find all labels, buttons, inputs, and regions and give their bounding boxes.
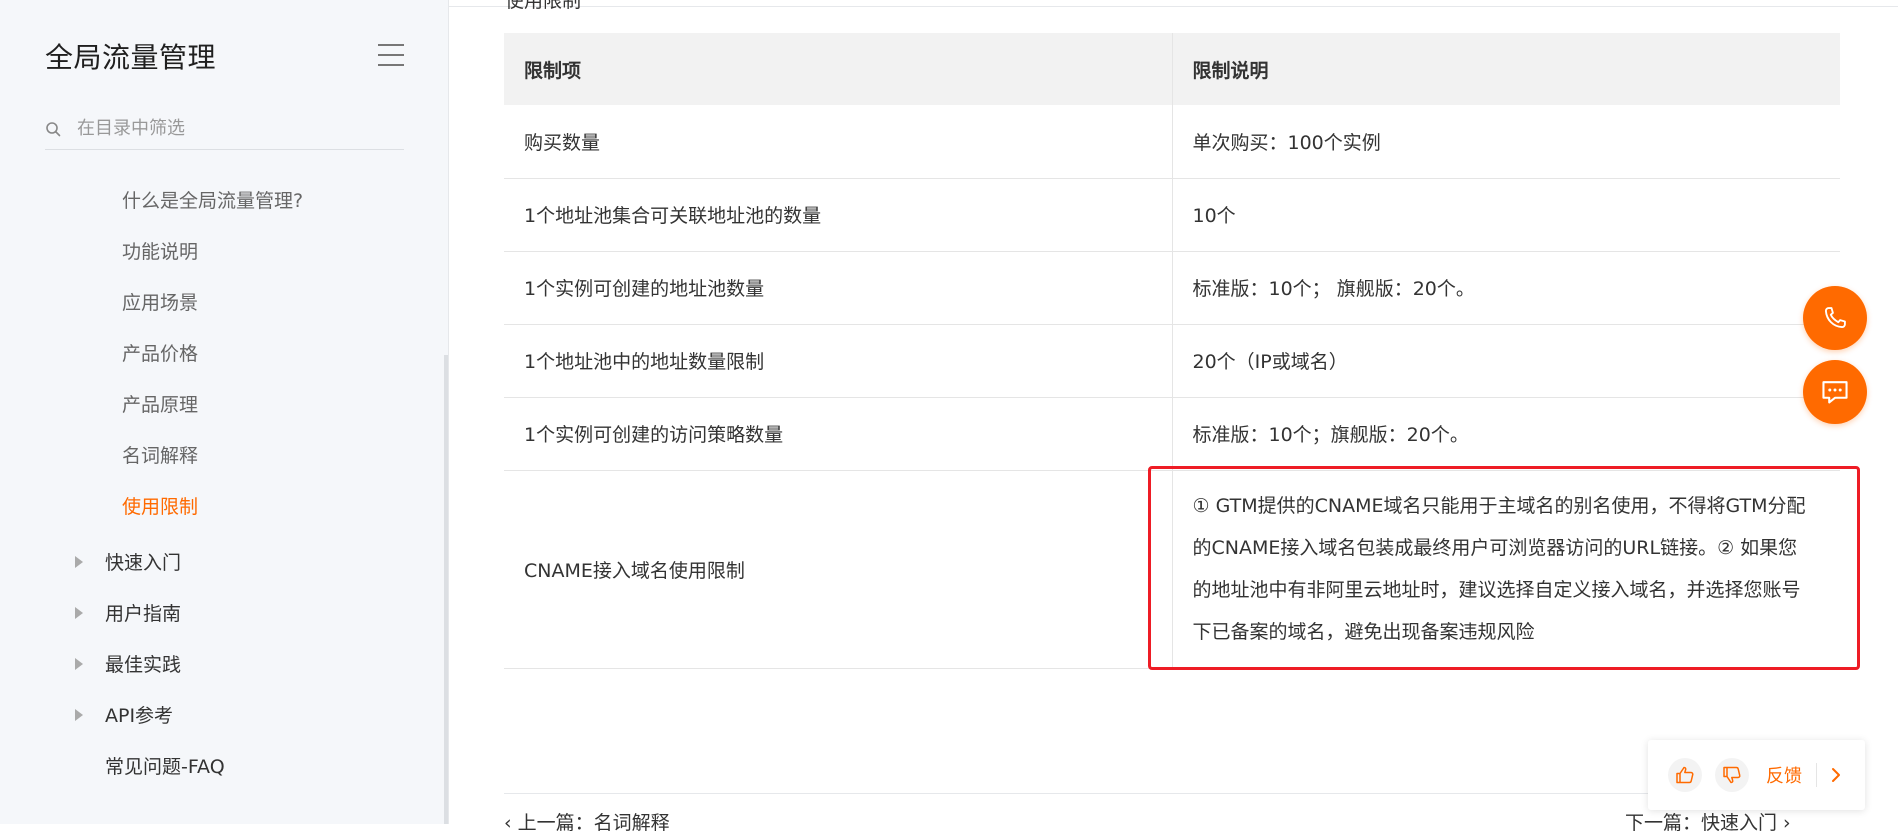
table-header-row: 限制项 限制说明 [504,33,1840,105]
prev-article-link[interactable]: ‹ 上一篇：名词解释 [504,808,670,835]
expand-triangle-icon[interactable] [75,709,83,721]
table-cell: 20个（IP或域名） [1172,324,1840,398]
section-heading: 使用限制 [505,0,582,12]
table-header-cell: 限制项 [504,33,1173,105]
table-cell: 1个实例可创建的访问策略数量 [504,397,1173,471]
table-cell: 10个 [1172,178,1840,252]
sidebar-item-features[interactable]: 功能说明 [122,237,198,264]
divider [449,6,1898,7]
sidebar-item-faq[interactable]: 常见问题-FAQ [105,752,225,779]
feedback-expand-button[interactable] [1829,766,1843,784]
sidebar-item-limits[interactable]: 使用限制 [122,492,198,519]
next-article-link[interactable]: 下一篇：快速入门 › [1625,808,1791,835]
search-icon [46,121,61,136]
expand-triangle-icon[interactable] [75,658,83,670]
sidebar: 全局流量管理 什么是全局流量管理? 功能说明 应用场景 产品价格 产品原理 名词… [0,0,449,824]
sidebar-item-pricing[interactable]: 产品价格 [122,339,198,366]
main-content: 使用限制 限制项 限制说明 购买数量 单次购买：100个实例 1个地址池集合可关… [449,0,1898,834]
table-cell: 标准版：10个； 旗舰版：20个。 [1172,251,1840,325]
table-row: CNAME接入域名使用限制 ① GTM提供的CNAME域名只能用于主域名的别名使… [504,470,1840,669]
table-row: 1个实例可创建的地址池数量 标准版：10个； 旗舰版：20个。 [504,251,1840,325]
table-cell: 1个实例可创建的地址池数量 [504,251,1173,325]
sidebar-item-what-is-gtm[interactable]: 什么是全局流量管理? [122,186,303,213]
sidebar-scrollbar[interactable] [444,355,448,824]
divider [1816,763,1817,787]
feedback-label[interactable]: 反馈 [1766,762,1802,788]
thumbs-down-button[interactable] [1715,758,1749,792]
sidebar-item-scenarios[interactable]: 应用场景 [122,288,198,315]
filter-box [45,108,404,150]
sidebar-item-best-practices[interactable]: 最佳实践 [105,650,181,677]
prev-article-label: 上一篇：名词解释 [517,812,670,834]
thumbs-down-icon [1723,766,1741,784]
chevron-left-icon: ‹ [504,812,518,834]
table-cell: 标准版：10个；旗舰版：20个。 [1172,397,1840,471]
limits-table: 限制项 限制说明 购买数量 单次购买：100个实例 1个地址池集合可关联地址池的… [504,33,1840,669]
expand-triangle-icon[interactable] [75,556,83,568]
chat-icon [1822,381,1848,404]
sidebar-item-api-reference[interactable]: API参考 [105,701,173,728]
filter-input[interactable] [77,118,377,139]
table-row: 购买数量 单次购买：100个实例 [504,105,1840,179]
thumbs-up-button[interactable] [1668,758,1702,792]
table-row: 1个实例可创建的访问策略数量 标准版：10个；旗舰版：20个。 [504,397,1840,471]
sidebar-item-user-guide[interactable]: 用户指南 [105,599,181,626]
table-row: 1个地址池中的地址数量限制 20个（IP或域名） [504,324,1840,398]
menu-icon[interactable] [378,44,404,66]
chat-button[interactable] [1803,360,1867,424]
divider [504,793,1840,794]
chevron-right-icon [1832,768,1840,782]
feedback-widget: 反馈 [1648,740,1865,810]
table-header-cell: 限制说明 [1172,33,1840,105]
table-cell: CNAME接入域名使用限制 [504,470,1173,669]
table-cell: 1个地址池集合可关联地址池的数量 [504,178,1173,252]
phone-icon [1824,307,1846,329]
next-article-label: 下一篇：快速入门 [1625,812,1778,834]
table-cell: 单次购买：100个实例 [1172,105,1840,179]
phone-button[interactable] [1803,286,1867,350]
thumbs-up-icon [1676,766,1694,784]
table-cell: 购买数量 [504,105,1173,179]
table-cell: 1个地址池中的地址数量限制 [504,324,1173,398]
table-row: 1个地址池集合可关联地址池的数量 10个 [504,178,1840,252]
sidebar-item-principles[interactable]: 产品原理 [122,390,198,417]
sidebar-title: 全局流量管理 [45,41,217,74]
sidebar-item-glossary[interactable]: 名词解释 [122,441,198,468]
table-cell: ① GTM提供的CNAME域名只能用于主域名的别名使用，不得将GTM分配的CNA… [1172,470,1840,669]
expand-triangle-icon[interactable] [75,607,83,619]
chevron-right-icon: › [1777,812,1791,834]
sidebar-item-quick-start[interactable]: 快速入门 [105,548,181,575]
